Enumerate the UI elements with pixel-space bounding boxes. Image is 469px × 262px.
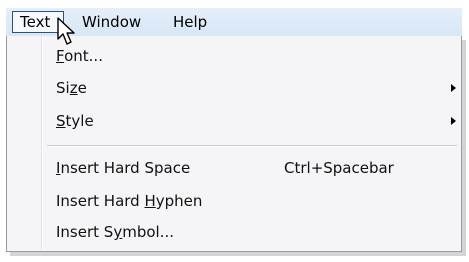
menu-item-insert-hard-hyphen[interactable]: Insert Hard Hyphen — [8, 186, 460, 216]
menu-item-insert-hard-space[interactable]: Insert Hard Space Ctrl+Spacebar — [8, 153, 460, 183]
menu-item-label: Insert Hard Space — [56, 159, 191, 177]
menu-item-label: Size — [56, 79, 87, 97]
menu-separator — [47, 145, 457, 147]
shortcut-label: Ctrl+Spacebar — [284, 159, 394, 177]
menu-item-insert-symbol[interactable]: Insert Symbol... — [8, 217, 460, 247]
mnemonic-letter: y — [113, 223, 123, 241]
menu-item-style[interactable]: Style — [8, 106, 460, 136]
mnemonic-letter: z — [69, 79, 78, 97]
submenu-arrow-icon — [451, 84, 456, 92]
menu-item-size[interactable]: Size — [8, 73, 460, 103]
application-window: Text Window Help Font... Size Style Inse… — [0, 0, 469, 262]
mouse-pointer-icon — [57, 17, 75, 45]
menubar-item-help[interactable]: Help — [166, 11, 214, 33]
menu-item-label: Insert Hard Hyphen — [56, 192, 203, 210]
mnemonic-letter: S — [56, 112, 66, 130]
mnemonic-letter: H — [144, 192, 156, 210]
menu-item-label: Insert Symbol... — [56, 223, 174, 241]
text-menu-dropdown: Font... Size Style Insert Hard Space Ctr… — [6, 36, 462, 252]
menubar-item-window[interactable]: Window — [75, 11, 148, 33]
menu-item-label: Style — [56, 112, 94, 130]
mnemonic-letter: F — [56, 47, 65, 65]
submenu-arrow-icon — [451, 117, 456, 125]
